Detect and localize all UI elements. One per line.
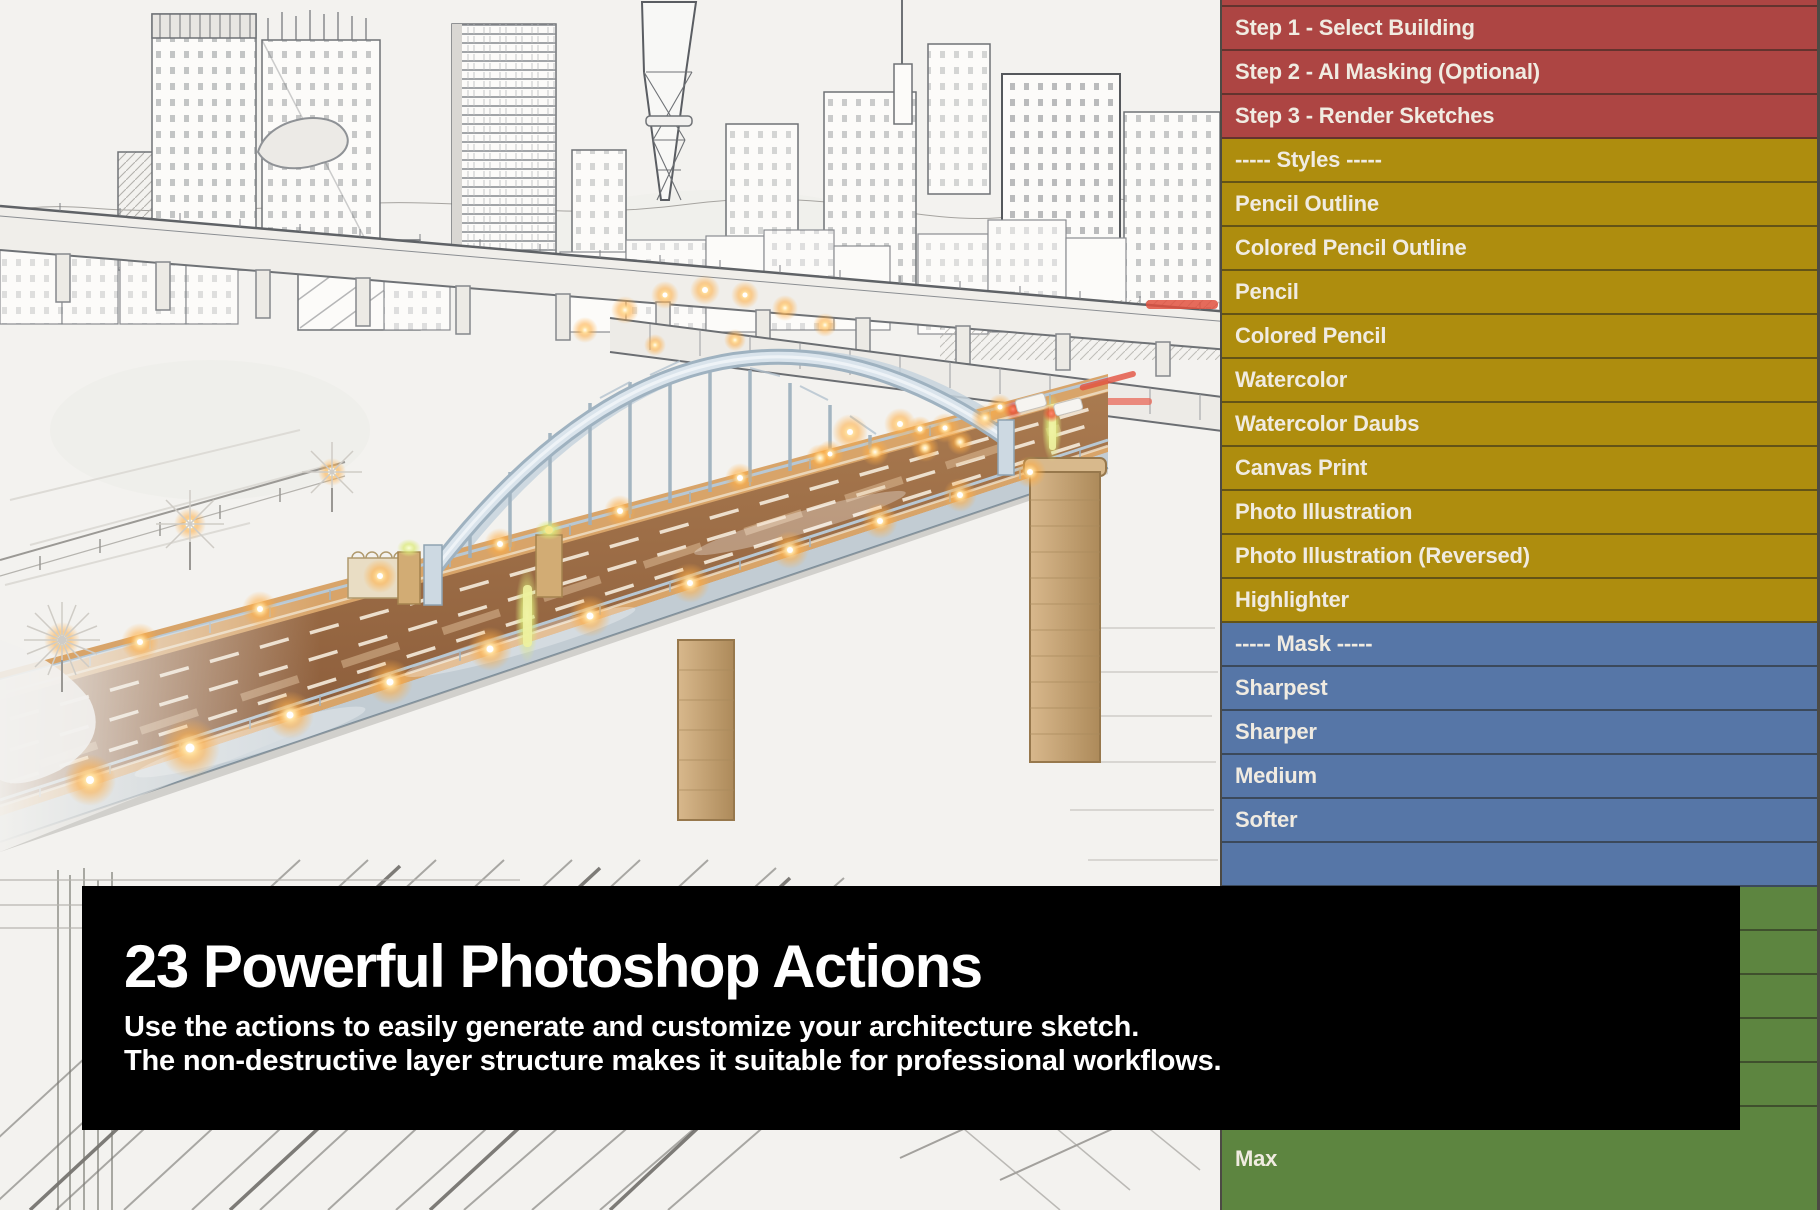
stone-pier [1024, 458, 1106, 762]
action-row-colored-pencil-outline[interactable]: Colored Pencil Outline [1222, 227, 1817, 271]
action-row-softer[interactable]: Softer [1222, 799, 1817, 843]
action-row-sharper[interactable]: Sharper [1222, 711, 1817, 755]
action-row-label: Pencil [1235, 279, 1299, 305]
promo-banner: 23 Powerful Photoshop Actions Use the ac… [82, 886, 1740, 1130]
action-row-label: Sharpest [1235, 675, 1328, 701]
action-row-canvas-print[interactable]: Canvas Print [1222, 447, 1817, 491]
action-row-label: Medium [1235, 763, 1317, 789]
action-row-label: Max [1235, 1146, 1277, 1172]
action-row-watercolor[interactable]: Watercolor [1222, 359, 1817, 403]
action-row-sharpest[interactable]: Sharpest [1222, 667, 1817, 711]
action-row-label: Highlighter [1235, 587, 1349, 613]
action-row-step-1[interactable]: Step 1 - Select Building [1222, 7, 1817, 51]
action-row-pencil[interactable]: Pencil [1222, 271, 1817, 315]
action-row-label: Canvas Print [1235, 455, 1367, 481]
section-header-styles: ----- Styles ----- [1222, 139, 1817, 183]
action-row-colored-pencil[interactable]: Colored Pencil [1222, 315, 1817, 359]
action-row-label: Softer [1235, 807, 1297, 833]
action-row-label: Step 2 - AI Masking (Optional) [1235, 59, 1540, 85]
mid-stone-pier [678, 640, 734, 820]
section-header-label: ----- Mask ----- [1235, 631, 1372, 657]
action-row-label: Photo Illustration (Reversed) [1235, 543, 1530, 569]
action-row-label: Pencil Outline [1235, 191, 1379, 217]
action-row-label: Photo Illustration [1235, 499, 1412, 525]
action-row-label: Step 3 - Render Sketches [1235, 103, 1494, 129]
action-row-label: Colored Pencil [1235, 323, 1386, 349]
action-row-photo-illustration-reversed[interactable]: Photo Illustration (Reversed) [1222, 535, 1817, 579]
action-row-highlighter[interactable]: Highlighter [1222, 579, 1817, 623]
action-row-label: Sharper [1235, 719, 1317, 745]
action-row-hidden[interactable] [1222, 843, 1817, 887]
action-row-pencil-outline[interactable]: Pencil Outline [1222, 183, 1817, 227]
action-row-label: Watercolor [1235, 367, 1347, 393]
action-row-partial[interactable] [1222, 0, 1817, 7]
action-row-watercolor-daubs[interactable]: Watercolor Daubs [1222, 403, 1817, 447]
action-row-step-2[interactable]: Step 2 - AI Masking (Optional) [1222, 51, 1817, 95]
taillight-streak [1146, 300, 1218, 309]
section-header-label: ----- Styles ----- [1235, 147, 1382, 173]
action-row-step-3[interactable]: Step 3 - Render Sketches [1222, 95, 1817, 139]
banner-subtitle-line-1: Use the actions to easily generate and c… [124, 1010, 1740, 1044]
action-row-label: Step 1 - Select Building [1235, 15, 1475, 41]
action-row-photo-illustration[interactable]: Photo Illustration [1222, 491, 1817, 535]
action-row-label: Colored Pencil Outline [1235, 235, 1467, 261]
promo-image: Step 1 - Select Building Step 2 - AI Mas… [0, 0, 1820, 1210]
action-row-medium[interactable]: Medium [1222, 755, 1817, 799]
section-header-mask: ----- Mask ----- [1222, 623, 1817, 667]
action-row-label: Watercolor Daubs [1235, 411, 1419, 437]
banner-subtitle-line-2: The non-destructive layer structure make… [124, 1044, 1740, 1078]
banner-title: 23 Powerful Photoshop Actions [124, 937, 1740, 997]
